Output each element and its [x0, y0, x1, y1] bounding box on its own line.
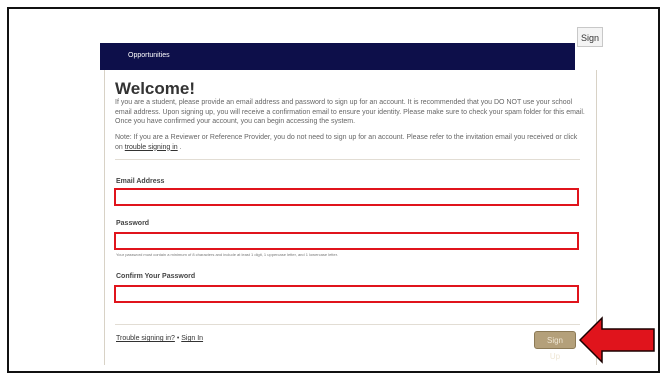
header-title[interactable]: Opportunities: [128, 52, 170, 59]
confirm-password-field[interactable]: [114, 285, 579, 303]
password-hint: Your password must contain a minimum of …: [116, 252, 338, 257]
sign-tab[interactable]: Sign: [577, 27, 603, 47]
red-arrow-icon: [578, 316, 655, 364]
divider: [115, 159, 580, 160]
intro-text: If you are a student, please provide an …: [115, 99, 585, 125]
email-label: Email Address: [116, 178, 165, 185]
reviewer-note: Note: If you are a Reviewer or Reference…: [115, 133, 585, 152]
trouble-signing-in-link[interactable]: Trouble signing in?: [116, 335, 175, 342]
trouble-signing-in-inline-link[interactable]: trouble signing in: [125, 144, 178, 151]
password-field[interactable]: [114, 232, 579, 250]
page-title: Welcome!: [115, 79, 195, 98]
sign-up-button[interactable]: Sign Up: [534, 331, 576, 361]
footer-links: Trouble signing in? • Sign In: [116, 335, 203, 342]
email-field[interactable]: [114, 188, 579, 206]
confirm-password-label: Confirm Your Password: [116, 273, 196, 280]
password-label: Password: [116, 220, 150, 227]
divider: [115, 324, 580, 325]
sign-in-link[interactable]: Sign In: [181, 335, 203, 342]
link-separator: •: [176, 335, 180, 342]
header-bar: Opportunities: [100, 43, 575, 70]
note-suffix: .: [179, 143, 182, 151]
note-text: Note: If you are a Reviewer or Reference…: [115, 134, 578, 151]
